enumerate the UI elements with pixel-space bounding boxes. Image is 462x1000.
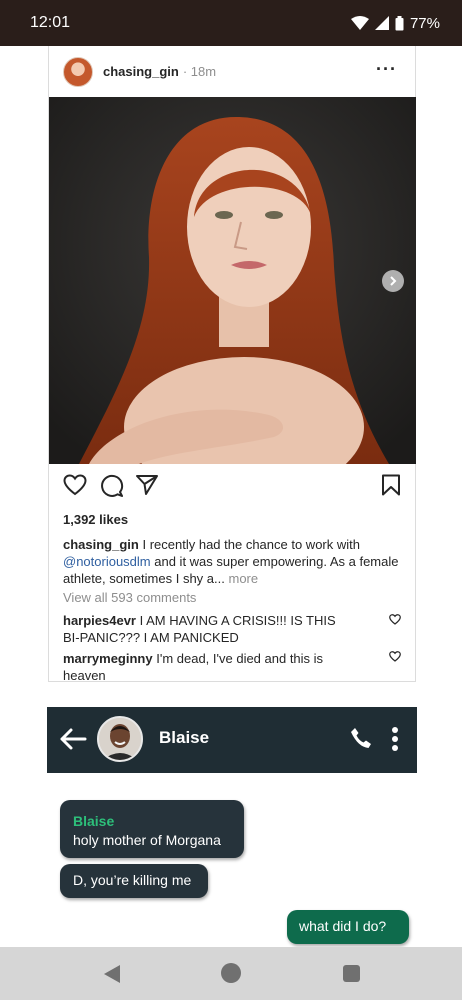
avatar[interactable]	[63, 56, 93, 87]
back-arrow-icon[interactable]	[59, 727, 87, 751]
comment-item: harpies4evr I AM HAVING A CRISIS!!! IS T…	[63, 612, 353, 646]
status-icons: 77%	[350, 14, 440, 32]
status-bar: 12:01 77%	[0, 0, 462, 46]
chat-header: Blaise	[47, 707, 417, 773]
share-icon[interactable]	[135, 474, 159, 496]
incoming-message[interactable]: D, you’re killing me	[60, 864, 208, 898]
battery-icon	[395, 15, 404, 30]
more-icon[interactable]: ···	[376, 59, 397, 80]
comment-username[interactable]: marrymeginny	[63, 651, 153, 666]
heart-icon[interactable]	[63, 474, 87, 496]
likes-count[interactable]: 1,392 likes	[63, 512, 128, 527]
message-text: holy mother of Morgana	[73, 832, 221, 848]
comment-username[interactable]: harpies4evr	[63, 613, 136, 628]
heart-icon[interactable]	[389, 614, 401, 625]
post-caption: chasing_gin I recently had the chance to…	[63, 536, 403, 587]
chat-contact-name[interactable]: Blaise	[159, 728, 209, 748]
comment-icon[interactable]	[100, 474, 124, 498]
nav-back-icon[interactable]	[104, 965, 120, 983]
comment-item: marrymeginny I'm dead, I've died and thi…	[63, 650, 353, 684]
caption-mention[interactable]: @notoriousdlm	[63, 554, 151, 569]
status-time: 12:01	[30, 14, 71, 31]
message-sender: Blaise	[73, 813, 115, 829]
phone-icon[interactable]	[349, 726, 373, 750]
post-username[interactable]: chasing_gin	[103, 64, 179, 79]
bookmark-icon[interactable]	[381, 474, 401, 496]
outgoing-message[interactable]: what did I do?	[287, 910, 409, 944]
post-header: chasing_gin · 18m ···	[49, 46, 415, 97]
message-text: what did I do?	[299, 918, 387, 934]
nav-recents-icon[interactable]	[343, 965, 360, 982]
nav-home-icon[interactable]	[221, 963, 241, 983]
wifi-icon	[350, 16, 369, 30]
post-time: · 18m	[182, 64, 217, 79]
avatar[interactable]	[97, 716, 143, 762]
battery-percent: 77%	[409, 14, 440, 32]
kebab-menu-icon[interactable]	[391, 726, 399, 752]
signal-icon	[374, 16, 389, 30]
caption-more-link[interactable]: more	[228, 571, 258, 586]
caption-text-start: I recently had the chance to work with	[142, 537, 360, 552]
post-photo[interactable]	[49, 97, 416, 464]
post-actions	[63, 474, 405, 502]
system-nav-bar	[0, 947, 462, 1000]
next-arrow-icon[interactable]	[382, 270, 404, 292]
instagram-post: chasing_gin · 18m ··· 1,392 likes chasin…	[48, 46, 416, 684]
view-all-comments-link[interactable]: View all 593 comments	[63, 590, 196, 605]
heart-icon[interactable]	[389, 651, 401, 662]
message-text: D, you’re killing me	[73, 872, 192, 888]
caption-username[interactable]: chasing_gin	[63, 537, 139, 552]
incoming-message[interactable]: Blaise holy mother of Morgana	[60, 800, 244, 858]
